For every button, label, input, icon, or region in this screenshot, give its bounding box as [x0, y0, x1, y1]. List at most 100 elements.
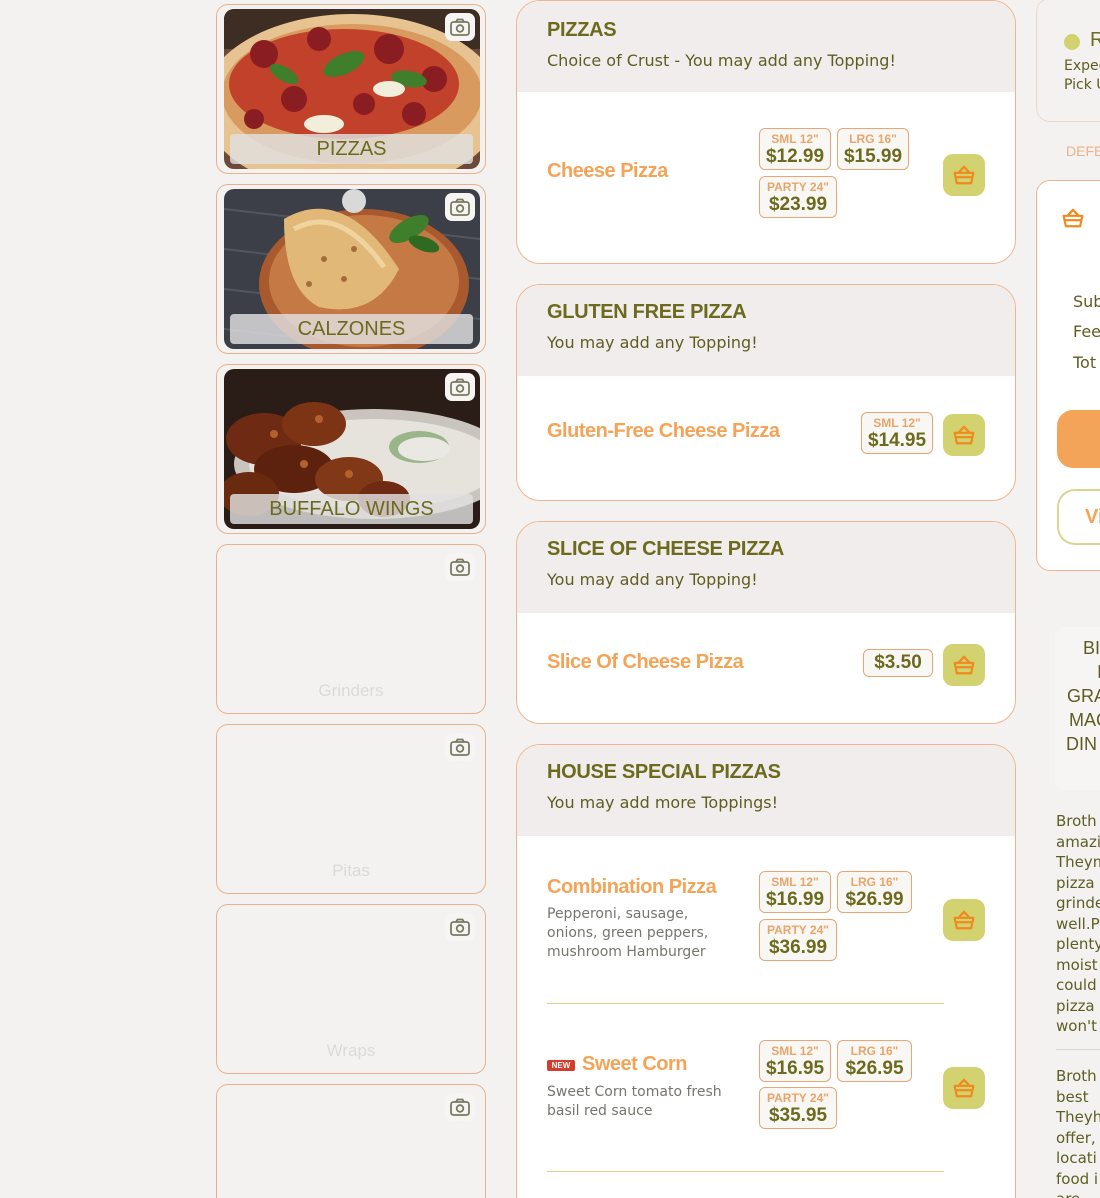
- add-to-cart-button[interactable]: [943, 899, 985, 941]
- price-value: $23.99: [768, 194, 828, 215]
- price-size: PARTY 24": [767, 180, 829, 194]
- add-to-cart-button[interactable]: [943, 414, 985, 456]
- section-title: HOUSE SPECIAL PIZZAS: [547, 761, 781, 783]
- camera-icon[interactable]: [445, 733, 475, 761]
- review-line: pizza: [1056, 873, 1095, 892]
- section-header: PIZZAS Choice of Crust - You may add any…: [517, 1, 1015, 92]
- camera-icon[interactable]: [445, 13, 475, 41]
- category-label: PIZZAS: [230, 134, 473, 164]
- item-description-line: mushroom Hamburger: [547, 944, 706, 960]
- menu-item[interactable]: Gluten-Free Cheese Pizza SML 12" $14.95: [547, 376, 985, 496]
- price-option[interactable]: SML 12" $16.99: [759, 871, 831, 913]
- review-line: grinde: [1056, 894, 1100, 912]
- hours-line: BI: [1083, 638, 1100, 658]
- price-option[interactable]: SML 12" $14.95: [861, 412, 933, 454]
- review-line: Broth: [1056, 1067, 1097, 1085]
- price-value: $12.99: [765, 146, 825, 167]
- fees-label: Fee: [1073, 322, 1100, 341]
- item-description-line: Pepperoni, sausage,: [547, 906, 689, 922]
- basket-icon: [953, 1077, 975, 1099]
- price-size: SML 12": [771, 132, 819, 146]
- defer-order-link[interactable]: DEFE: [1066, 143, 1100, 159]
- camera-icon[interactable]: [445, 913, 475, 941]
- price-option[interactable]: LRG 16" $26.95: [837, 1040, 912, 1082]
- category-label: BUFFALO WINGS: [230, 494, 473, 524]
- new-badge: NEW: [547, 1060, 575, 1071]
- review-line: offer,: [1056, 1128, 1096, 1147]
- menu-section-pizzas: PIZZAS Choice of Crust - You may add any…: [516, 0, 1016, 264]
- item-name[interactable]: Combination Pizza: [547, 876, 717, 899]
- price-size: SML 12": [771, 1044, 819, 1058]
- price-value: $3.50: [874, 652, 922, 673]
- basket-icon: [953, 909, 975, 931]
- section-header: HOUSE SPECIAL PIZZAS You may add more To…: [517, 745, 1015, 836]
- review-line: pizza: [1056, 996, 1095, 1015]
- section-subtitle: You may add any Topping!: [547, 333, 758, 352]
- price-option[interactable]: $3.50: [863, 649, 933, 677]
- price-option[interactable]: LRG 16" $15.99: [837, 128, 909, 170]
- subtotal-label: Sub: [1073, 292, 1100, 311]
- camera-icon[interactable]: [445, 193, 475, 221]
- category-card-calzones[interactable]: CALZONES: [216, 184, 486, 354]
- view-cart-button[interactable]: Vi: [1057, 489, 1100, 545]
- category-label: Grinders: [318, 681, 384, 700]
- price-size: PARTY 24": [767, 923, 829, 937]
- price-option[interactable]: PARTY 24" $35.95: [759, 1087, 837, 1129]
- price-option[interactable]: SML 12" $12.99: [759, 128, 831, 170]
- menu-section-slice: SLICE OF CHEESE PIZZA You may add any To…: [516, 521, 1016, 724]
- category-card-pitas[interactable]: Pitas: [216, 724, 486, 894]
- menu-item[interactable]: Combination Pizza Pepperoni, sausage, on…: [547, 836, 985, 1004]
- item-divider: [547, 1171, 944, 1172]
- review-line: are: [1056, 1189, 1100, 1198]
- price-option[interactable]: PARTY 24" $23.99: [759, 176, 837, 218]
- category-card-buffalo-wings[interactable]: BUFFALO WINGS: [216, 364, 486, 534]
- checkout-button[interactable]: [1057, 410, 1100, 468]
- category-card-wraps[interactable]: Wraps: [216, 904, 486, 1074]
- price-option[interactable]: SML 12" $16.95: [759, 1040, 831, 1082]
- review-line: won't: [1056, 1017, 1097, 1035]
- price-value: $26.99: [845, 889, 904, 910]
- item-name[interactable]: Sweet Corn: [582, 1053, 688, 1076]
- menu-item[interactable]: Cheese Pizza SML 12" $12.99 LRG 16" $15.…: [547, 92, 985, 262]
- category-card[interactable]: [216, 1084, 486, 1198]
- price-option[interactable]: PARTY 24" $36.99: [759, 919, 837, 961]
- price-size: LRG 16": [850, 875, 899, 889]
- price-value: $36.99: [768, 937, 828, 958]
- review-line: amazi: [1056, 832, 1100, 851]
- cart-card: Sub Fee Tot Vi: [1036, 180, 1100, 571]
- menu-item[interactable]: NEW Sweet Corn Sweet Corn tomato fresh b…: [547, 1004, 985, 1172]
- review-line: plenty: [1056, 935, 1100, 953]
- camera-icon[interactable]: [445, 1093, 475, 1121]
- add-to-cart-button[interactable]: [943, 644, 985, 686]
- review-line: best: [1056, 1087, 1089, 1106]
- item-description-line: Sweet Corn tomato fresh: [547, 1084, 722, 1100]
- add-to-cart-button[interactable]: [943, 154, 985, 196]
- camera-icon[interactable]: [445, 553, 475, 581]
- hours-line: GRA: [1067, 686, 1100, 706]
- review-line: Theyh: [1056, 1108, 1100, 1126]
- item-name[interactable]: Slice Of Cheese Pizza: [547, 651, 744, 674]
- camera-icon[interactable]: [445, 373, 475, 401]
- section-subtitle: You may add any Topping!: [547, 570, 758, 589]
- item-name[interactable]: Gluten-Free Cheese Pizza: [547, 420, 780, 443]
- category-card-grinders[interactable]: Grinders: [216, 544, 486, 714]
- section-header: GLUTEN FREE PIZZA You may add any Toppin…: [517, 285, 1015, 376]
- add-to-cart-button[interactable]: [943, 1067, 985, 1109]
- price-value: $16.99: [765, 889, 825, 910]
- category-label: Wraps: [326, 1041, 376, 1060]
- expected-time: Expec Pick U: [1064, 57, 1100, 95]
- review-line: Broth: [1056, 812, 1097, 830]
- item-name[interactable]: Cheese Pizza: [547, 160, 668, 183]
- review-text: Broth amazi Theym pizza grinde well.P pl…: [1056, 811, 1100, 1037]
- price-value: $35.95: [768, 1105, 828, 1126]
- price-value: $15.99: [843, 146, 903, 167]
- section-title: PIZZAS: [547, 19, 617, 41]
- expected-time-line: Expec: [1064, 58, 1100, 74]
- price-value: $14.95: [867, 430, 927, 451]
- item-description-line: basil red sauce: [547, 1103, 653, 1119]
- basket-icon: [953, 424, 975, 446]
- price-option[interactable]: LRG 16" $26.99: [837, 871, 912, 913]
- menu-item[interactable]: Slice Of Cheese Pizza $3.50: [547, 613, 985, 723]
- expected-time-line: Pick U: [1064, 77, 1100, 93]
- category-card-pizzas[interactable]: PIZZAS: [216, 4, 486, 174]
